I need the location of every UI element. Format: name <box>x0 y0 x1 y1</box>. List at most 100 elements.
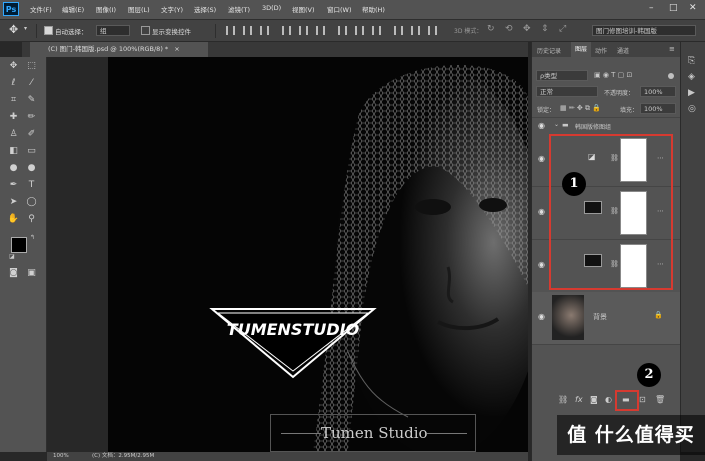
zoom-level[interactable]: 100% <box>53 452 69 461</box>
distribute-icon[interactable] <box>355 26 364 35</box>
filter-icons[interactable]: ▣ ◉ T ▢ ⊡ <box>594 71 632 79</box>
gradient-tool-icon[interactable]: ▭ <box>25 145 38 158</box>
menu-type[interactable]: 文字(Y) <box>161 4 183 14</box>
eyedropper-icon[interactable]: ✎ <box>25 94 38 107</box>
foreground-color-swatch[interactable] <box>11 237 27 253</box>
eye-icon[interactable]: ◉ <box>538 121 545 130</box>
quick-mask-icon[interactable]: ◙ <box>7 267 20 280</box>
maximize-icon[interactable]: □ <box>669 3 678 13</box>
new-layer-icon[interactable]: ⊡ <box>639 395 646 404</box>
magic-wand-icon[interactable]: ⁄ <box>25 77 38 90</box>
eye-icon[interactable]: ◉ <box>538 312 545 321</box>
adjustment-layer-icon[interactable]: ◐ <box>605 395 612 404</box>
roll-3d-icon[interactable]: ⟲ <box>505 24 513 34</box>
distribute-icon[interactable] <box>394 26 403 35</box>
pan-3d-icon[interactable]: ✥ <box>523 24 531 34</box>
history-panel-icon[interactable]: ⎘ <box>688 56 695 66</box>
auto-select-checkbox[interactable] <box>44 26 53 35</box>
align-icon[interactable] <box>260 26 269 35</box>
status-bar: 100% (C) 文档：2.95M/2.95M <box>47 452 528 461</box>
play-icon[interactable]: ▶ <box>688 88 695 98</box>
tab-channels[interactable]: 通道 <box>617 46 629 55</box>
menu-layer[interactable]: 图层(L) <box>128 4 150 14</box>
close-icon[interactable]: ✕ <box>689 3 697 13</box>
hand-tool-icon[interactable]: ✋ <box>7 213 20 226</box>
align-icon[interactable] <box>316 26 325 35</box>
add-mask-icon[interactable]: ◙ <box>590 395 598 404</box>
swap-colors-icon[interactable]: ↰ <box>30 234 35 241</box>
move-tool-icon[interactable]: ✥ <box>7 60 20 73</box>
eye-icon[interactable]: ◉ <box>538 207 545 216</box>
document-tab[interactable]: (C) 图门-韩国版.psd @ 100%(RGB/8) * × <box>30 42 208 57</box>
default-colors-icon[interactable]: ◪ <box>9 253 15 260</box>
tab-layers[interactable]: 图层 <box>571 42 592 57</box>
tab-actions[interactable]: 动作 <box>595 46 607 55</box>
distribute-icon[interactable] <box>338 26 347 35</box>
fx-icon[interactable]: fx <box>575 395 583 404</box>
filter-toggle-icon[interactable] <box>668 73 674 79</box>
menu-select[interactable]: 选择(S) <box>194 4 216 14</box>
marquee-tool-icon[interactable]: ⬚ <box>25 60 38 73</box>
healing-brush-icon[interactable]: ✚ <box>7 111 20 124</box>
layer-group-row[interactable]: ◉ ⌄ ▬ 韩国版修图组 <box>532 117 680 135</box>
menu-view[interactable]: 视图(V) <box>292 4 315 14</box>
document-canvas[interactable]: TUMENSTUDIO Tumen Studio <box>108 57 528 452</box>
menu-file[interactable]: 文件(F) <box>30 4 52 14</box>
slide-3d-icon[interactable]: ⇕ <box>541 24 549 34</box>
auto-select-dropdown[interactable]: 组 <box>96 25 130 36</box>
align-icon[interactable] <box>299 26 308 35</box>
blur-tool-icon[interactable]: ● <box>7 162 20 175</box>
link-layers-icon[interactable]: ⛓ <box>558 395 568 404</box>
dodge-tool-icon[interactable]: ● <box>25 162 38 175</box>
layers-panel-icon[interactable]: ◈ <box>688 72 695 82</box>
path-select-icon[interactable]: ➤ <box>7 196 20 209</box>
scale-3d-icon[interactable]: ⤢ <box>559 24 566 34</box>
doc-info[interactable]: (C) 文档：2.95M/2.95M <box>92 452 154 461</box>
screen-mode-icon[interactable]: ▣ <box>25 267 38 280</box>
delete-layer-icon[interactable]: 🗑 <box>655 395 665 404</box>
blend-mode-dropdown[interactable]: 正常 <box>536 86 598 97</box>
minimize-icon[interactable]: – <box>649 3 654 13</box>
background-layer-row[interactable]: ◉ 背景 🔒 <box>532 292 680 345</box>
eye-icon[interactable]: ◉ <box>538 260 545 269</box>
menu-help[interactable]: 帮助(H) <box>362 4 385 14</box>
workspace-dropdown[interactable]: 图门修图培训-韩国版 <box>592 25 696 36</box>
eye-icon[interactable]: ◉ <box>538 154 545 163</box>
close-tab-icon[interactable]: × <box>174 45 179 53</box>
history-brush-icon[interactable]: ✐ <box>25 128 38 141</box>
move-tool-icon[interactable]: ✥ <box>9 23 18 36</box>
eraser-icon[interactable]: ◧ <box>7 145 20 158</box>
align-icon[interactable] <box>282 26 291 35</box>
show-transform-checkbox[interactable] <box>141 26 150 35</box>
filter-type-dropdown[interactable]: ρ类型 <box>536 70 588 81</box>
align-icon[interactable] <box>243 26 252 35</box>
menu-image[interactable]: 图像(I) <box>96 4 116 14</box>
brush-tool-icon[interactable]: ✏ <box>25 111 38 124</box>
panel-menu-icon[interactable]: ≡ <box>669 45 675 53</box>
tab-history[interactable]: 历史记录 <box>537 46 561 55</box>
distribute-icon[interactable] <box>428 26 437 35</box>
distribute-icon[interactable] <box>411 26 420 35</box>
type-tool-icon[interactable]: T <box>25 179 38 192</box>
menu-window[interactable]: 窗口(W) <box>327 4 352 14</box>
rotate-3d-icon[interactable]: ↻ <box>487 24 495 34</box>
background-layer-thumbnail[interactable] <box>552 295 584 340</box>
zoom-tool-icon[interactable]: ⚲ <box>25 213 38 226</box>
chevron-down-icon[interactable]: ▾ <box>24 25 27 32</box>
menu-3d[interactable]: 3D(D) <box>262 4 281 12</box>
lasso-tool-icon[interactable]: ℓ <box>7 77 20 90</box>
opacity-field[interactable]: 100% <box>640 86 676 97</box>
menu-filter[interactable]: 滤镜(T) <box>228 4 250 14</box>
shape-tool-icon[interactable]: ◯ <box>25 196 38 209</box>
lock-icons[interactable]: ▦ ✏ ✥ ⧉ 🔒 <box>560 104 601 113</box>
crop-tool-icon[interactable]: ⌗ <box>7 94 20 107</box>
align-icon[interactable] <box>226 26 235 35</box>
channels-icon[interactable]: ◎ <box>688 104 696 114</box>
fill-field[interactable]: 100% <box>640 103 676 114</box>
clone-stamp-icon[interactable]: ♙ <box>7 128 20 141</box>
menu-edit[interactable]: 编辑(E) <box>62 4 84 14</box>
distribute-icon[interactable] <box>372 26 381 35</box>
document-tab-bar: (C) 图门-韩国版.psd @ 100%(RGB/8) * × <box>22 42 528 57</box>
chevron-down-icon[interactable]: ⌄ <box>554 121 559 128</box>
pen-tool-icon[interactable]: ✒ <box>7 179 20 192</box>
